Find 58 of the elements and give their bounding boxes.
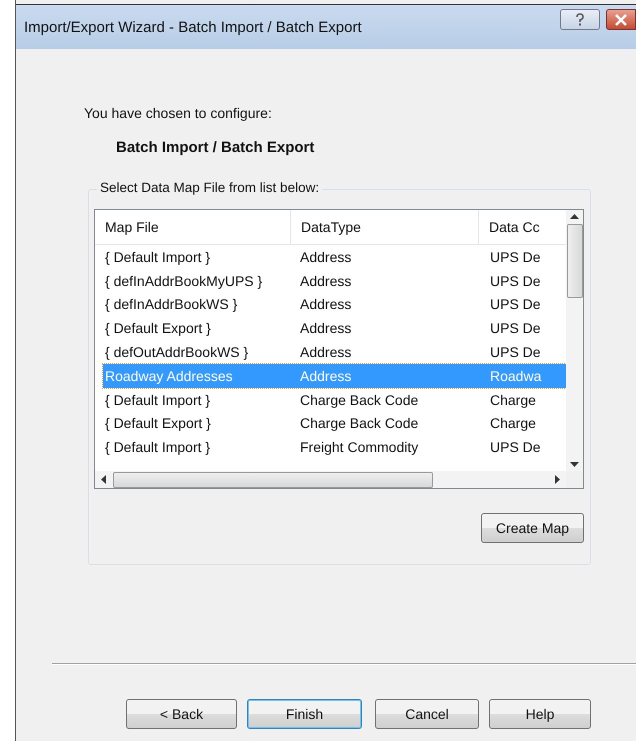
table-cell-text: UPS De [489,344,542,360]
vertical-scrollbar[interactable] [566,210,583,471]
column-header[interactable]: Data Cc [479,210,549,244]
table-cell-text: { Default Import } [104,439,212,456]
wizard-button[interactable]: Help [489,699,591,729]
table-cell-text: { Default Import } [104,248,212,265]
table-cell-text: Address [299,296,352,312]
table-cell-text: { Default Export } [104,320,212,336]
table-cell-text: UPS De [489,248,542,265]
table-cell-text: Address [299,344,352,360]
table-cell-text: Charge Back Code [299,392,420,408]
up-arrow-icon [570,214,579,220]
table-row[interactable]: { Default Export } Address UPS De [103,316,566,340]
column-header[interactable]: Map File [95,210,291,244]
close-button[interactable] [606,9,636,30]
table-cell-text: { defInAddrBookWS } [104,296,238,312]
table-cell-text: { Default Export } [104,415,212,432]
configuration-title: Batch Import / Batch Export [116,139,316,156]
table-row[interactable]: { Default Import } Address UPS De [103,245,566,269]
table-cell-text: Roadwa [489,368,542,384]
table-cell-text: UPS De [489,296,542,312]
help-button[interactable] [560,9,600,30]
table-cell-text: Address [299,272,352,289]
column-header[interactable]: DataType [291,210,479,244]
table-cell-text: UPS De [489,320,542,336]
table-cell-text: Address [299,248,352,265]
group-label: Select Data Map File from list below: [97,180,322,195]
table-row[interactable]: { Default Import } Charge Back Code Charge [103,388,566,412]
wizard-button[interactable]: Cancel [375,699,479,729]
table-cell-text: Charge [489,415,537,432]
wizard-button[interactable]: < Back [126,699,237,729]
down-arrow-icon [570,461,579,467]
table-row[interactable]: { defInAddrBookWS } Address UPS De [103,292,566,316]
table-cell-text: Roadway Addresses [104,368,234,384]
table-cell-text: Address [299,368,352,384]
table-cell-text: UPS De [489,272,542,289]
create-map-button[interactable]: Create Map [481,513,584,543]
table-row[interactable]: { Default Export } Charge Back Code Charge [103,412,566,436]
table-row[interactable]: { defInAddrBookMyUPS } Address UPS De [103,268,566,293]
intro-text: You have chosen to configure: [84,105,273,121]
table-cell-text: { defOutAddrBookWS } [104,344,250,360]
table-cell-text: Charge Back Code [299,415,420,432]
table-cell-text: Charge [489,392,537,408]
right-arrow-icon [554,475,560,484]
table-cell-text: { Default Import } [104,392,212,408]
table-row[interactable]: { defOutAddrBookWS } Address UPS De [103,340,566,364]
window-title: Import/Export Wizard - Batch Import / Batch Export [24,18,363,36]
wizard-button[interactable]: Finish [247,699,362,729]
left-arrow-icon [101,475,107,484]
table-cell-text: UPS De [489,439,542,456]
table-cell-text: { defInAddrBookMyUPS } [104,272,264,289]
scroll-thumb[interactable] [113,472,433,488]
close-icon [614,14,628,26]
table-cell-text: Address [299,320,352,336]
help-icon [575,13,585,26]
table-row[interactable]: { Default Import } Freight Commodity UPS De [103,435,566,460]
table-cell-text: Freight Commodity [299,439,420,456]
scroll-thumb[interactable] [566,224,582,298]
